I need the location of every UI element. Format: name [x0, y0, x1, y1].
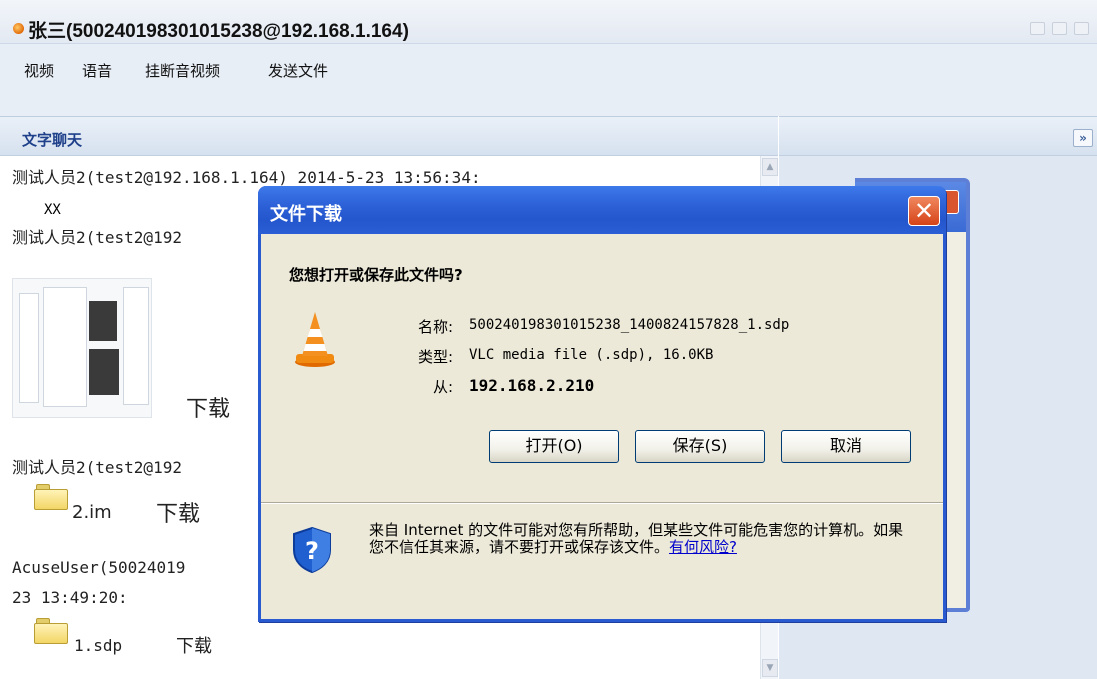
chat-header: 文字聊天 — [0, 116, 778, 156]
name-label: 名称: — [417, 318, 453, 336]
window-controls — [1030, 22, 1089, 35]
download-link[interactable]: 下载 — [156, 496, 200, 528]
window-titlebar: 张三(500240198301015238@192.168.1.164) — [0, 0, 1097, 44]
security-warning: 来自 Internet 的文件可能对您有所帮助，但某些文件可能危害您的计算机。如… — [369, 522, 914, 556]
vlc-cone-icon — [295, 312, 335, 367]
message-sender: 测试人员2(test2@192 — [12, 458, 182, 477]
menu-bar: 视频 语音 挂断音视频 发送文件 — [0, 44, 1097, 116]
file-download-dialog: 文件下载 ✕ 您想打开或保存此文件吗? 名称: 5002401983010152… — [258, 186, 946, 622]
dialog-titlebar: 文件下载 ✕ — [258, 186, 946, 234]
window-title: 张三(500240198301015238@192.168.1.164) — [28, 21, 409, 42]
risk-info-link[interactable]: 有何风险? — [669, 538, 737, 556]
message-text: XX — [44, 202, 61, 218]
save-button[interactable]: 保存(S) — [635, 430, 765, 463]
separator — [261, 502, 943, 504]
file-type-value: VLC media file (.sdp), 16.0KB — [469, 347, 714, 363]
menu-voice[interactable]: 语音 — [82, 60, 112, 81]
maximize-icon[interactable] — [1052, 22, 1067, 35]
image-thumbnail[interactable] — [12, 278, 152, 418]
folder-icon — [34, 618, 68, 644]
from-label: 从: — [432, 378, 453, 396]
menu-send-file[interactable]: 发送文件 — [268, 60, 328, 81]
shield-question-icon: ? — [293, 526, 331, 574]
message-sender: 测试人员2(test2@192.168.1.164) 2014-5-23 13:… — [12, 168, 481, 187]
expand-icon[interactable]: » — [1073, 129, 1093, 147]
message-time: 23 13:49:20: — [12, 588, 128, 607]
close-icon[interactable]: ✕ — [908, 196, 940, 226]
folder-icon — [34, 484, 68, 510]
dialog-title: 文件下载 — [270, 204, 342, 225]
type-label: 类型: — [417, 348, 453, 366]
chat-header-title: 文字聊天 — [22, 131, 83, 149]
online-status-icon — [13, 23, 24, 34]
open-button[interactable]: 打开(O) — [489, 430, 619, 463]
menu-hangup-av[interactable]: 挂断音视频 — [145, 60, 220, 81]
warning-text: 来自 Internet 的文件可能对您有所帮助，但某些文件可能危害您的计算机。如… — [369, 521, 904, 556]
from-value: 192.168.2.210 — [469, 376, 595, 395]
close-window-icon[interactable] — [1074, 22, 1089, 35]
file-name-value: 500240198301015238_1400824157828_1.sdp — [469, 317, 790, 333]
message-sender: 测试人员2(test2@192 — [12, 228, 182, 247]
download-link[interactable]: 下载 — [176, 632, 212, 658]
cancel-button[interactable]: 取消 — [781, 430, 911, 463]
message-sender: AcuseUser(50024019 — [12, 558, 186, 577]
file-name: 1.sdp — [74, 636, 123, 655]
scroll-down-icon[interactable]: ▼ — [762, 659, 778, 677]
menu-video[interactable]: 视频 — [24, 60, 54, 81]
right-panel-header: » — [779, 116, 1097, 156]
download-link[interactable]: 下载 — [186, 391, 230, 423]
dialog-question: 您想打开或保存此文件吗? — [289, 266, 463, 284]
file-name: 2.im — [72, 502, 112, 523]
scroll-up-icon[interactable]: ▲ — [762, 158, 778, 176]
minimize-icon[interactable] — [1030, 22, 1045, 35]
svg-text:?: ? — [305, 537, 319, 565]
